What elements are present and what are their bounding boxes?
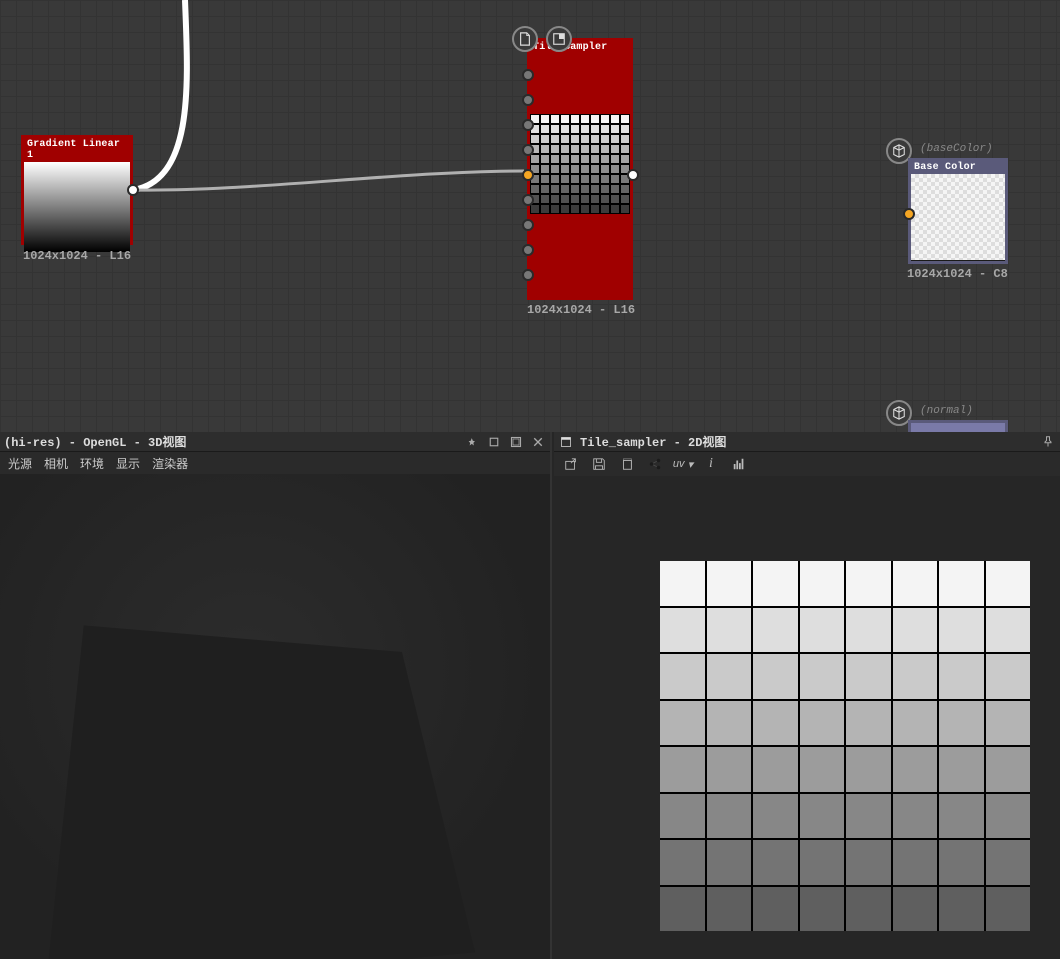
input-port[interactable] <box>522 69 534 81</box>
node-action-document-icon[interactable] <box>512 26 538 52</box>
tile-preview-grid <box>660 561 1030 931</box>
save-icon[interactable] <box>590 455 608 473</box>
input-port[interactable] <box>522 144 534 156</box>
input-port[interactable] <box>522 244 534 256</box>
node-thumbnail-tilegrid <box>530 114 630 214</box>
menu-display[interactable]: 显示 <box>116 455 140 472</box>
share-icon[interactable] <box>646 455 664 473</box>
panel-3d-view: (hi-res) - OpenGL - 3D视图 光源 相机 环境 显示 渲染器 <box>0 432 552 959</box>
pin-icon[interactable] <box>1040 434 1056 450</box>
histogram-icon[interactable] <box>730 455 748 473</box>
window-icon <box>558 434 574 450</box>
menu-light[interactable]: 光源 <box>8 455 32 472</box>
node-graph-canvas[interactable]: Gradient Linear 1 1024x1024 - L16 Tile S… <box>0 0 1060 432</box>
panel-2d-view: Tile_sampler - 2D视图 uv ▾ i <box>554 432 1060 959</box>
input-port[interactable] <box>522 194 534 206</box>
panel-3d-titlebar: (hi-res) - OpenGL - 3D视图 <box>0 432 550 452</box>
panel-2d-titlebar: Tile_sampler - 2D视图 <box>554 432 1060 452</box>
pin-icon[interactable] <box>464 434 480 450</box>
input-port[interactable] <box>522 219 534 231</box>
input-port-active[interactable] <box>903 208 915 220</box>
node-action-layout-icon[interactable] <box>546 26 572 52</box>
node-caption: 1024x1024 - L16 <box>527 303 635 317</box>
panel-3d-menubar: 光源 相机 环境 显示 渲染器 <box>0 452 550 474</box>
plane-preview-3d <box>45 614 475 959</box>
node-normal-peek[interactable] <box>908 420 1008 432</box>
node-thumbnail-gradient <box>24 162 130 252</box>
uv-icon[interactable]: uv ▾ <box>674 455 692 473</box>
menu-renderer[interactable]: 渲染器 <box>152 455 188 472</box>
node-base-color[interactable]: Base Color <box>908 158 1008 264</box>
node-title: Base Color <box>911 161 1005 174</box>
export-icon[interactable] <box>562 455 580 473</box>
maximize-icon[interactable] <box>508 434 524 450</box>
restore-icon[interactable] <box>486 434 502 450</box>
input-port[interactable] <box>522 269 534 281</box>
menu-camera[interactable]: 相机 <box>44 455 68 472</box>
output-port[interactable] <box>127 184 139 196</box>
info-icon[interactable]: i <box>702 455 720 473</box>
node-tile-sampler[interactable]: Tile Sampler <box>527 38 633 300</box>
close-icon[interactable] <box>530 434 546 450</box>
viewport-3d[interactable] <box>0 474 550 959</box>
panel-2d-toolbar: uv ▾ i <box>554 452 1060 476</box>
node-caption: 1024x1024 - L16 <box>23 249 131 263</box>
input-port[interactable] <box>522 119 534 131</box>
annotation-basecolor: (baseColor) <box>920 143 993 155</box>
node-thumbnail-checker <box>911 174 1005 260</box>
viewport-2d[interactable] <box>554 476 1060 959</box>
input-port[interactable] <box>522 94 534 106</box>
input-port-active[interactable] <box>522 169 534 181</box>
node-gradient-linear[interactable]: Gradient Linear 1 <box>21 135 133 245</box>
menu-env[interactable]: 环境 <box>80 455 104 472</box>
node-caption: 1024x1024 - C8 <box>907 267 1008 281</box>
output-port[interactable] <box>627 169 639 181</box>
node-title: Gradient Linear 1 <box>24 138 130 162</box>
node-title: Tile Sampler <box>530 41 630 54</box>
annotation-normal: (normal) <box>920 405 973 417</box>
copy-icon[interactable] <box>618 455 636 473</box>
panel-3d-title: (hi-res) - OpenGL - 3D视图 <box>4 433 186 450</box>
panel-2d-title: Tile_sampler - 2D视图 <box>580 433 726 450</box>
